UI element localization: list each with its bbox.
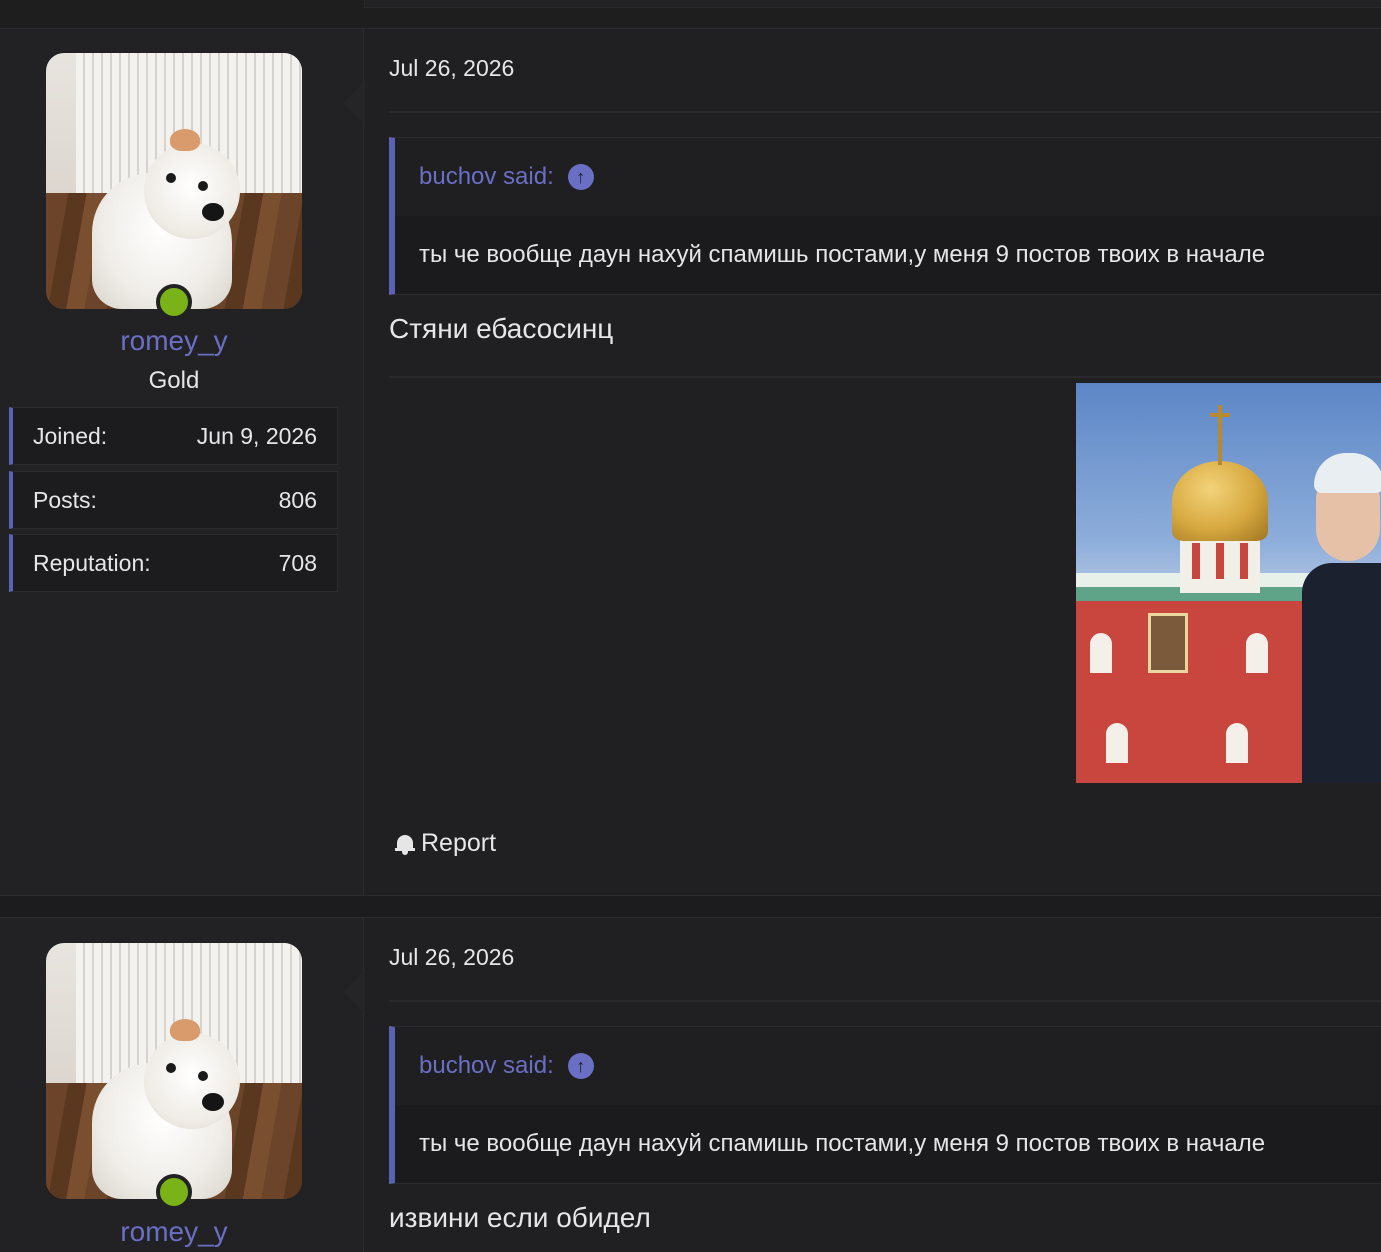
divider xyxy=(389,1000,1381,1002)
stat-posts: Posts: 806 xyxy=(9,471,338,529)
stat-value: 708 xyxy=(278,549,317,576)
username-link[interactable]: romey_y xyxy=(0,1216,348,1248)
quote-header: buchov said: ↑ xyxy=(395,1027,1381,1105)
post-body-text: извини если обидел xyxy=(389,1202,651,1233)
post-2: romey_y Jul 26, 2026 buchov said: ↑ ты ч… xyxy=(0,917,1381,1252)
post-1: romey_y Gold Joined: Jun 9, 2026 Posts: … xyxy=(0,28,1381,896)
user-avatar[interactable] xyxy=(46,943,302,1199)
quote-text: ты че вообще даун нахуй спамишь постами,… xyxy=(395,1105,1381,1183)
quote-author[interactable]: buchov said: xyxy=(419,1052,554,1080)
report-label: Report xyxy=(421,829,497,857)
post-2-user-panel: romey_y xyxy=(0,918,364,1252)
person-illustration xyxy=(1302,453,1381,783)
post-1-content: Jul 26, 2026 buchov said: ↑ ты че вообще… xyxy=(365,29,1381,895)
post-body-text: Стяни ебасосинц xyxy=(389,313,614,344)
post-pointer xyxy=(343,81,365,125)
church-illustration xyxy=(1076,573,1316,783)
stat-joined: Joined: Jun 9, 2026 xyxy=(9,407,338,465)
bell-icon xyxy=(395,833,415,855)
stat-reputation: Reputation: 708 xyxy=(9,534,338,592)
stat-label: Joined: xyxy=(33,422,108,449)
stat-label: Posts: xyxy=(33,486,97,513)
stat-label: Reputation: xyxy=(33,549,151,576)
quote-block: buchov said: ↑ ты че вообще даун нахуй с… xyxy=(389,137,1381,295)
post-2-content: Jul 26, 2026 buchov said: ↑ ты че вообще… xyxy=(365,918,1381,1252)
username-link[interactable]: romey_y xyxy=(0,325,348,357)
stat-value: Jun 9, 2026 xyxy=(196,422,317,449)
user-title: Gold xyxy=(148,367,200,394)
post-date[interactable]: Jul 26, 2026 xyxy=(389,944,514,971)
divider xyxy=(389,111,1381,113)
stat-value: 806 xyxy=(278,486,317,513)
attached-image[interactable] xyxy=(1076,383,1381,783)
previous-post-edge xyxy=(0,0,1381,30)
quote-author[interactable]: buchov said: xyxy=(419,163,554,191)
report-link[interactable]: Report xyxy=(395,829,496,858)
online-status-icon xyxy=(156,284,192,320)
divider xyxy=(389,376,1381,378)
online-status-icon xyxy=(156,1174,192,1210)
post-pointer xyxy=(343,970,365,1014)
quote-header: buchov said: ↑ xyxy=(395,138,1381,216)
post-1-user-panel: romey_y Gold Joined: Jun 9, 2026 Posts: … xyxy=(0,29,364,895)
post-date[interactable]: Jul 26, 2026 xyxy=(389,55,514,82)
user-avatar[interactable] xyxy=(46,53,302,309)
quote-text: ты че вообще даун нахуй спамишь постами,… xyxy=(395,216,1381,294)
arrow-up-circle-icon[interactable]: ↑ xyxy=(567,164,594,190)
quote-block: buchov said: ↑ ты че вообще даун нахуй с… xyxy=(389,1026,1381,1184)
arrow-up-circle-icon[interactable]: ↑ xyxy=(567,1053,594,1079)
